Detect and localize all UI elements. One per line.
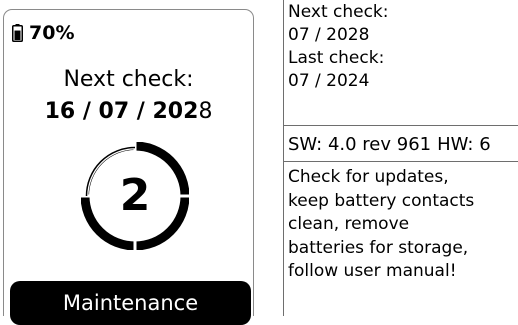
version-info: SW: 4.0 rev 961 HW: 6 — [284, 125, 518, 162]
last-check-value: 07 / 2024 — [288, 71, 370, 91]
device-screen: 70% Next check: 16 / 07 / 2028 2 Mainten… — [3, 9, 254, 325]
status-badge: Maintenance — [10, 281, 251, 325]
hardware-version: HW: 6 — [437, 134, 491, 155]
info-panel: Next check: 07 / 2028 Last check: 07 / 2… — [283, 0, 518, 316]
battery-icon — [12, 24, 23, 42]
next-check-date-main: 16 / 07 / 202 — [44, 99, 199, 124]
next-check-date-tail: 8 — [198, 99, 213, 124]
next-check-value: 07 / 2028 — [288, 25, 370, 45]
last-check-label: Last check: — [288, 48, 385, 68]
advice-line: clean, remove — [288, 214, 410, 234]
remaining-count: 2 — [119, 170, 151, 221]
advice-line: keep battery contacts — [288, 190, 475, 211]
battery-status: 70% — [12, 22, 74, 44]
software-version: SW: 4.0 rev 961 — [288, 134, 432, 155]
check-dates: Next check: 07 / 2028 Last check: 07 / 2… — [284, 1, 518, 93]
next-check-label: Next check: — [288, 2, 389, 22]
advice-line: batteries for storage, — [288, 237, 469, 258]
maintenance-advice: Check for updates, keep battery contacts… — [284, 166, 518, 284]
next-check-date: 16 / 07 / 2028 — [4, 98, 253, 126]
advice-line: Check for updates, — [288, 167, 449, 187]
remaining-counter: 2 — [81, 142, 189, 250]
next-check-label: Next check: — [63, 67, 194, 92]
battery-percent: 70% — [29, 22, 75, 44]
advice-line: follow user manual! — [288, 261, 457, 281]
